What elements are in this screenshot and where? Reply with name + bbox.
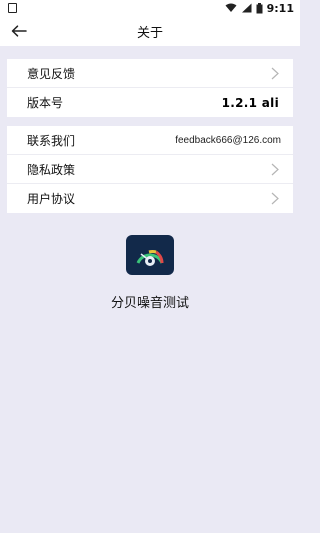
settings-group-1: 意见反馈 版本号 1.2.1 ali <box>7 59 293 117</box>
signal-icon <box>241 3 252 13</box>
contact-email: feedback666@126.com <box>175 134 281 146</box>
app-logo-container <box>0 235 300 275</box>
feedback-label: 意见反馈 <box>27 66 76 81</box>
status-bar: 9:11 <box>0 0 300 16</box>
app-bar: 关于 <box>0 16 300 46</box>
arrow-left-icon <box>11 25 27 37</box>
chevron-right-icon <box>269 162 281 176</box>
decibel-meter-icon <box>126 235 174 275</box>
status-time: 9:11 <box>266 1 294 15</box>
back-button[interactable] <box>9 21 29 41</box>
agreement-label: 用户协议 <box>27 192 76 206</box>
privacy-label: 隐私政策 <box>27 162 76 177</box>
version-value: 1.2.1 ali <box>221 95 279 110</box>
status-icons: 9:11 <box>225 1 294 15</box>
battery-icon <box>256 2 263 13</box>
chevron-right-icon <box>269 66 281 80</box>
wifi-icon <box>225 3 237 12</box>
version-row: 版本号 1.2.1 ali <box>7 88 293 117</box>
user-agreement-row[interactable]: 用户协议 <box>7 184 293 213</box>
settings-group-2: 联系我们 feedback666@126.com 隐私政策 用户协议 <box>7 126 293 213</box>
version-label: 版本号 <box>27 96 64 110</box>
contact-label: 联系我们 <box>27 133 76 148</box>
notification-icon <box>8 3 17 13</box>
chevron-right-icon <box>269 192 281 206</box>
page-title: 关于 <box>136 25 163 41</box>
app-name: 分贝噪音测试 <box>110 296 189 311</box>
feedback-row[interactable]: 意见反馈 <box>7 59 293 88</box>
contact-row[interactable]: 联系我们 feedback666@126.com <box>7 126 293 155</box>
privacy-policy-row[interactable]: 隐私政策 <box>7 155 293 184</box>
